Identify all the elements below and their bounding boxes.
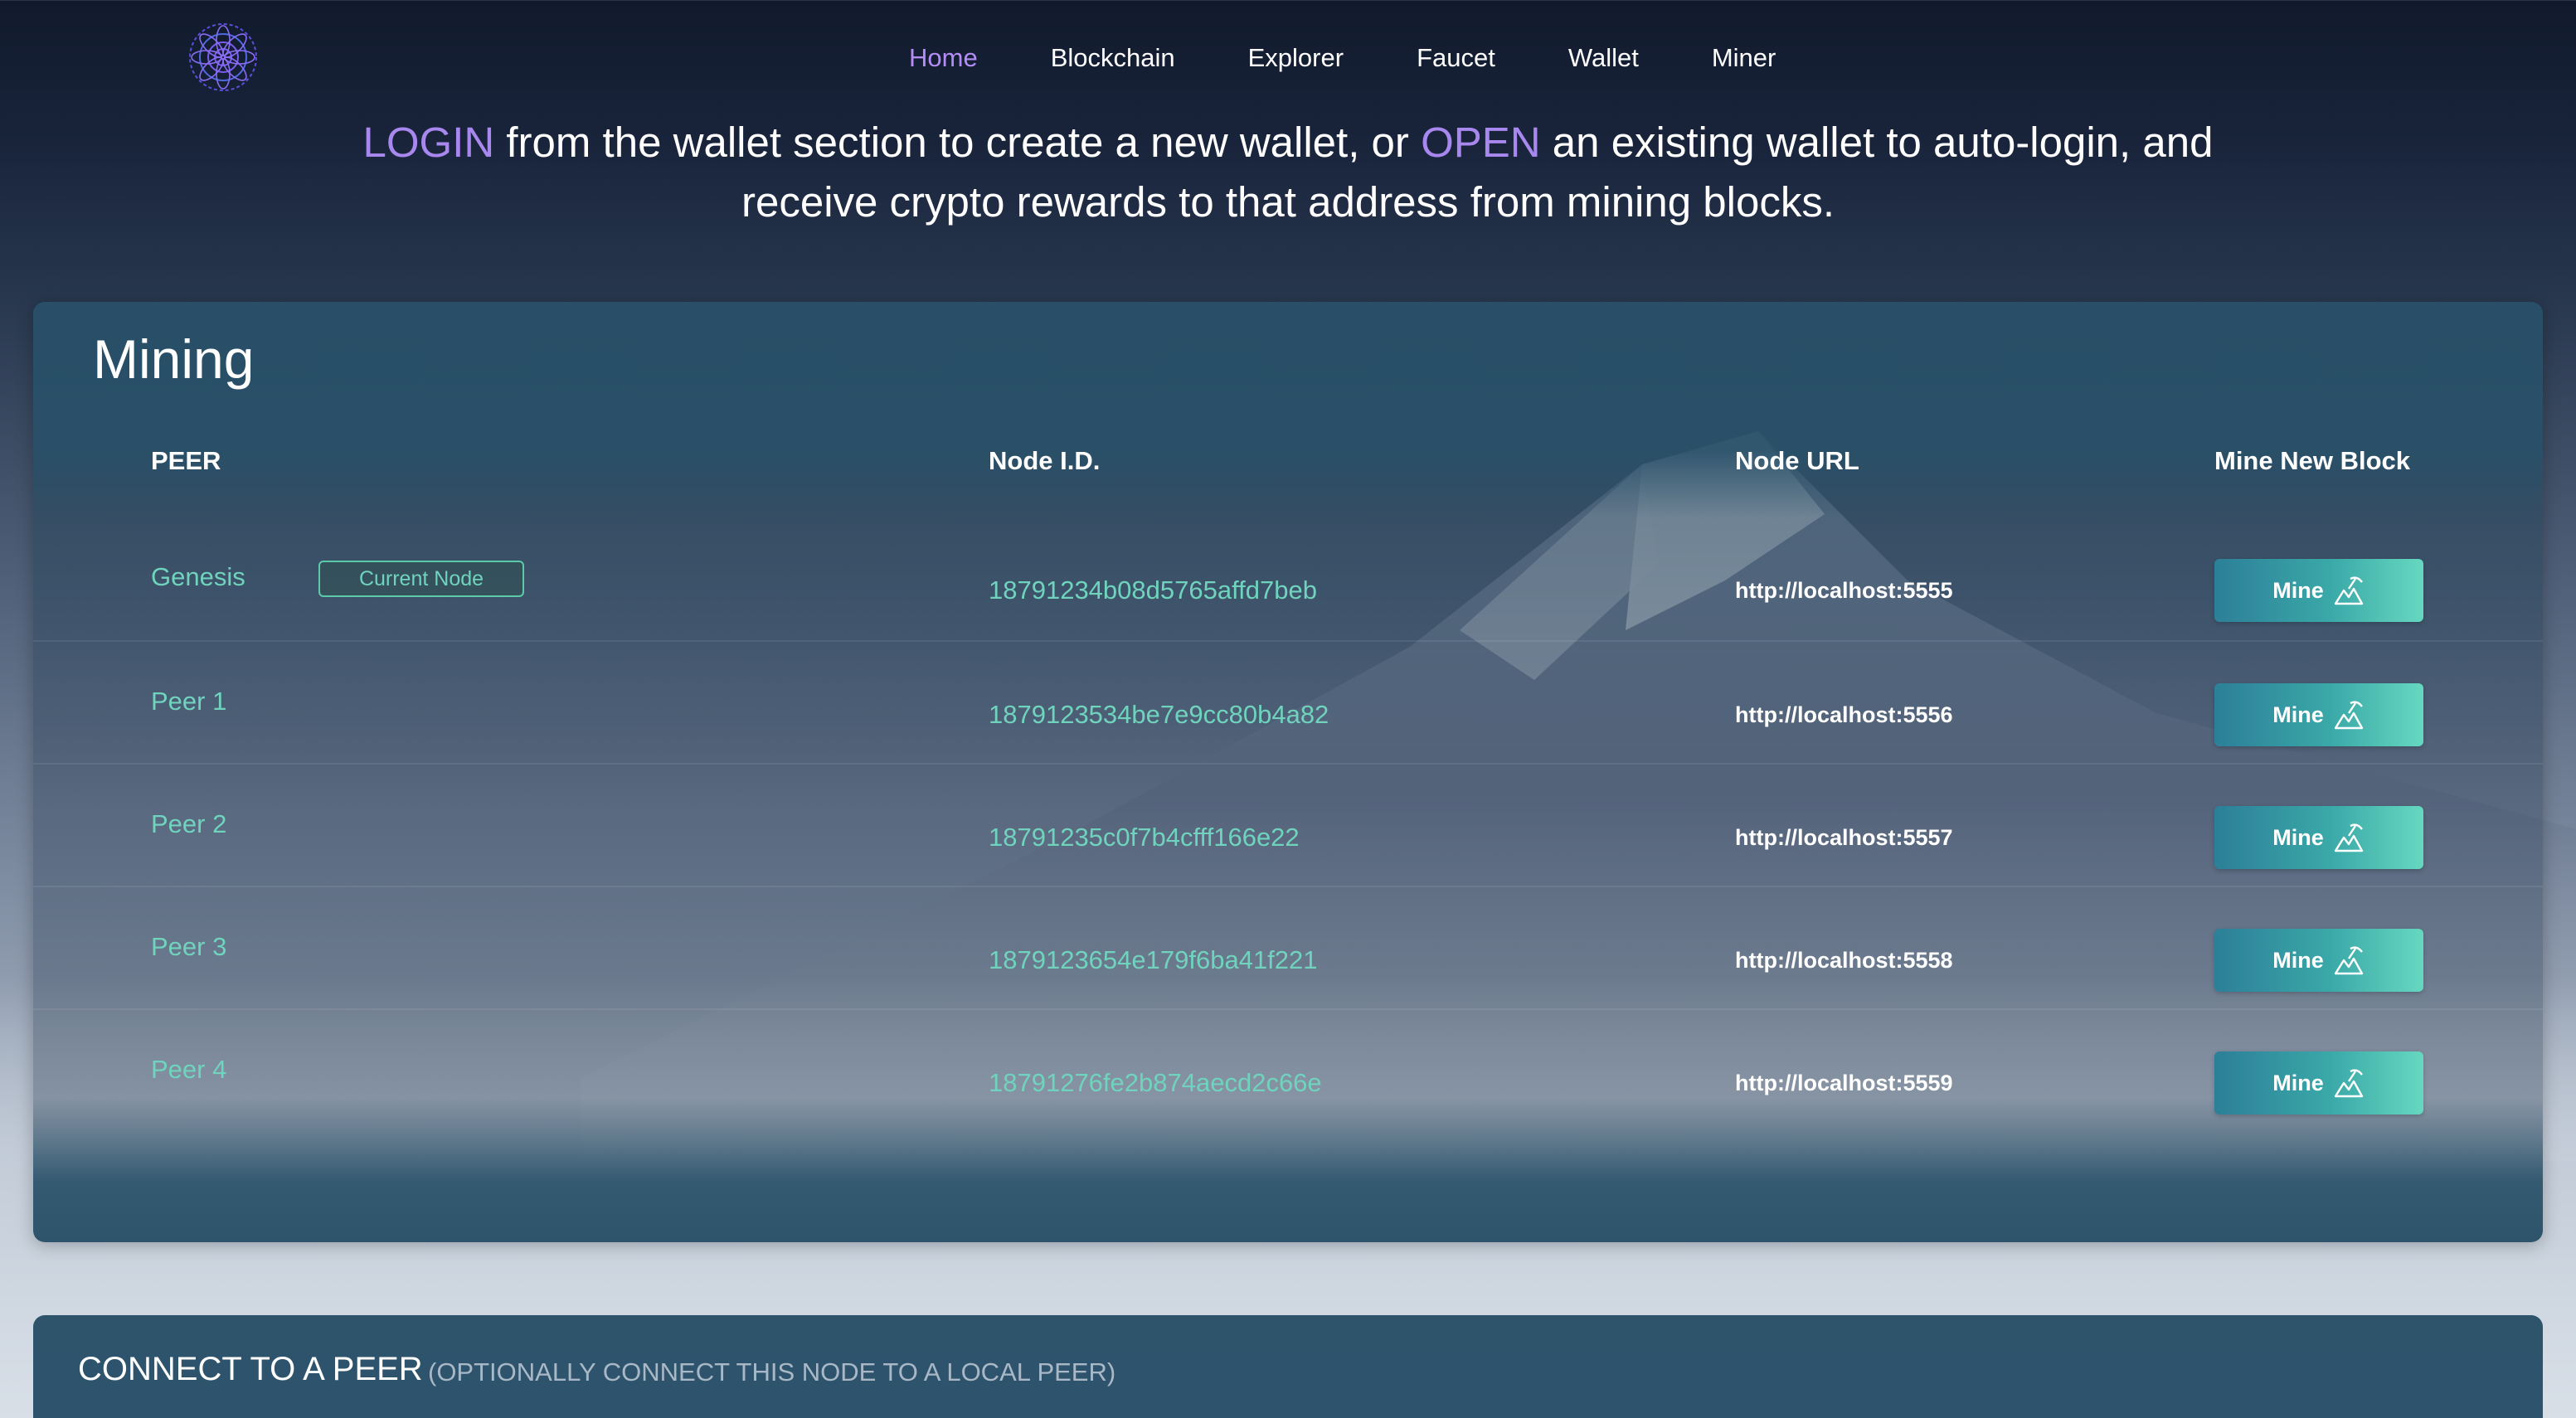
current-node-badge: Current Node <box>318 561 524 597</box>
mine-button[interactable]: Mine <box>2214 806 2423 869</box>
pickaxe-mountain-icon <box>2334 823 2363 852</box>
table-row: Genesis Current Node 18791234b08d5765aff… <box>33 517 2543 640</box>
mine-button-label: Mine <box>2272 702 2324 727</box>
banner-login-highlight: LOGIN <box>362 119 495 166</box>
header-peer: PEER <box>151 446 221 475</box>
nav-home[interactable]: Home <box>909 38 978 78</box>
nav-miner[interactable]: Miner <box>1712 38 1776 78</box>
node-id[interactable]: 1879123534be7e9cc80b4a82 <box>989 698 1329 731</box>
nav-wallet[interactable]: Wallet <box>1568 38 1639 78</box>
banner-line-2: receive crypto rewards to that address f… <box>741 178 1835 226</box>
node-url: http://localhost:5555 <box>1735 578 1953 603</box>
banner-line-1: LOGIN from the wallet section to create … <box>0 113 2576 172</box>
connect-peer-panel: CONNECT TO A PEER (OPTIONALLY CONNECT TH… <box>33 1315 2543 1418</box>
banner-open-highlight: OPEN <box>1421 119 1541 166</box>
nav-faucet[interactable]: Faucet <box>1417 38 1495 78</box>
pickaxe-mountain-icon <box>2334 576 2363 605</box>
node-url: http://localhost:5559 <box>1735 1071 1953 1095</box>
nav-blockchain[interactable]: Blockchain <box>1051 38 1175 78</box>
banner-text-1: from the wallet section to create a new … <box>494 119 1422 166</box>
pickaxe-mountain-icon <box>2334 946 2363 975</box>
pickaxe-mountain-icon <box>2334 1069 2363 1098</box>
header-mine-new-block: Mine New Block <box>2214 446 2410 475</box>
connect-peer-subtitle: (OPTIONALLY CONNECT THIS NODE TO A LOCAL… <box>428 1357 1116 1386</box>
header-node-id: Node I.D. <box>989 446 1101 475</box>
peer-name: Peer 2 <box>151 809 227 838</box>
table-row: Peer 4 18791276fe2b874aecd2c66e http://l… <box>33 1008 2543 1131</box>
peer-name: Genesis <box>151 562 245 591</box>
peer-name: Peer 1 <box>151 687 227 716</box>
peer-name: Peer 4 <box>151 1055 227 1084</box>
mine-button-label: Mine <box>2272 824 2324 850</box>
login-banner: LOGIN from the wallet section to create … <box>0 113 2576 232</box>
node-url: http://localhost:5557 <box>1735 825 1953 850</box>
mining-panel: Mining PEER Node I.D. Node URL Mine New … <box>33 302 2543 1242</box>
table-row: Peer 3 1879123654e179f6ba41f221 http://l… <box>33 886 2543 1008</box>
peer-name: Peer 3 <box>151 932 227 961</box>
nav-explorer[interactable]: Explorer <box>1248 38 1344 78</box>
table-row: Peer 1 1879123534be7e9cc80b4a82 http://l… <box>33 640 2543 763</box>
pickaxe-mountain-icon <box>2334 701 2363 730</box>
table-row: Peer 2 18791235c0f7b4cfff166e22 http://l… <box>33 763 2543 886</box>
node-id[interactable]: 18791234b08d5765affd7beb <box>989 574 1317 607</box>
mine-button[interactable]: Mine <box>2214 929 2423 992</box>
mine-button[interactable]: Mine <box>2214 1051 2423 1114</box>
mine-button[interactable]: Mine <box>2214 559 2423 622</box>
mine-button-label: Mine <box>2272 947 2324 973</box>
node-id[interactable]: 1879123654e179f6ba41f221 <box>989 944 1318 977</box>
node-id[interactable]: 18791235c0f7b4cfff166e22 <box>989 821 1300 854</box>
node-url: http://localhost:5558 <box>1735 948 1953 973</box>
header-node-url: Node URL <box>1735 446 1859 475</box>
banner-text-2: an existing wallet to auto-login, and <box>1540 119 2214 166</box>
mine-button-label: Mine <box>2272 1070 2324 1095</box>
node-url: http://localhost:5556 <box>1735 702 1953 727</box>
mine-button-label: Mine <box>2272 577 2324 603</box>
mine-button[interactable]: Mine <box>2214 683 2423 746</box>
mandala-logo-icon[interactable] <box>184 18 262 96</box>
mining-title: Mining <box>93 328 255 390</box>
main-nav: Home Blockchain Explorer Faucet Wallet M… <box>872 38 1812 78</box>
node-id[interactable]: 18791276fe2b874aecd2c66e <box>989 1066 1322 1100</box>
connect-peer-title: CONNECT TO A PEER <box>78 1351 423 1387</box>
